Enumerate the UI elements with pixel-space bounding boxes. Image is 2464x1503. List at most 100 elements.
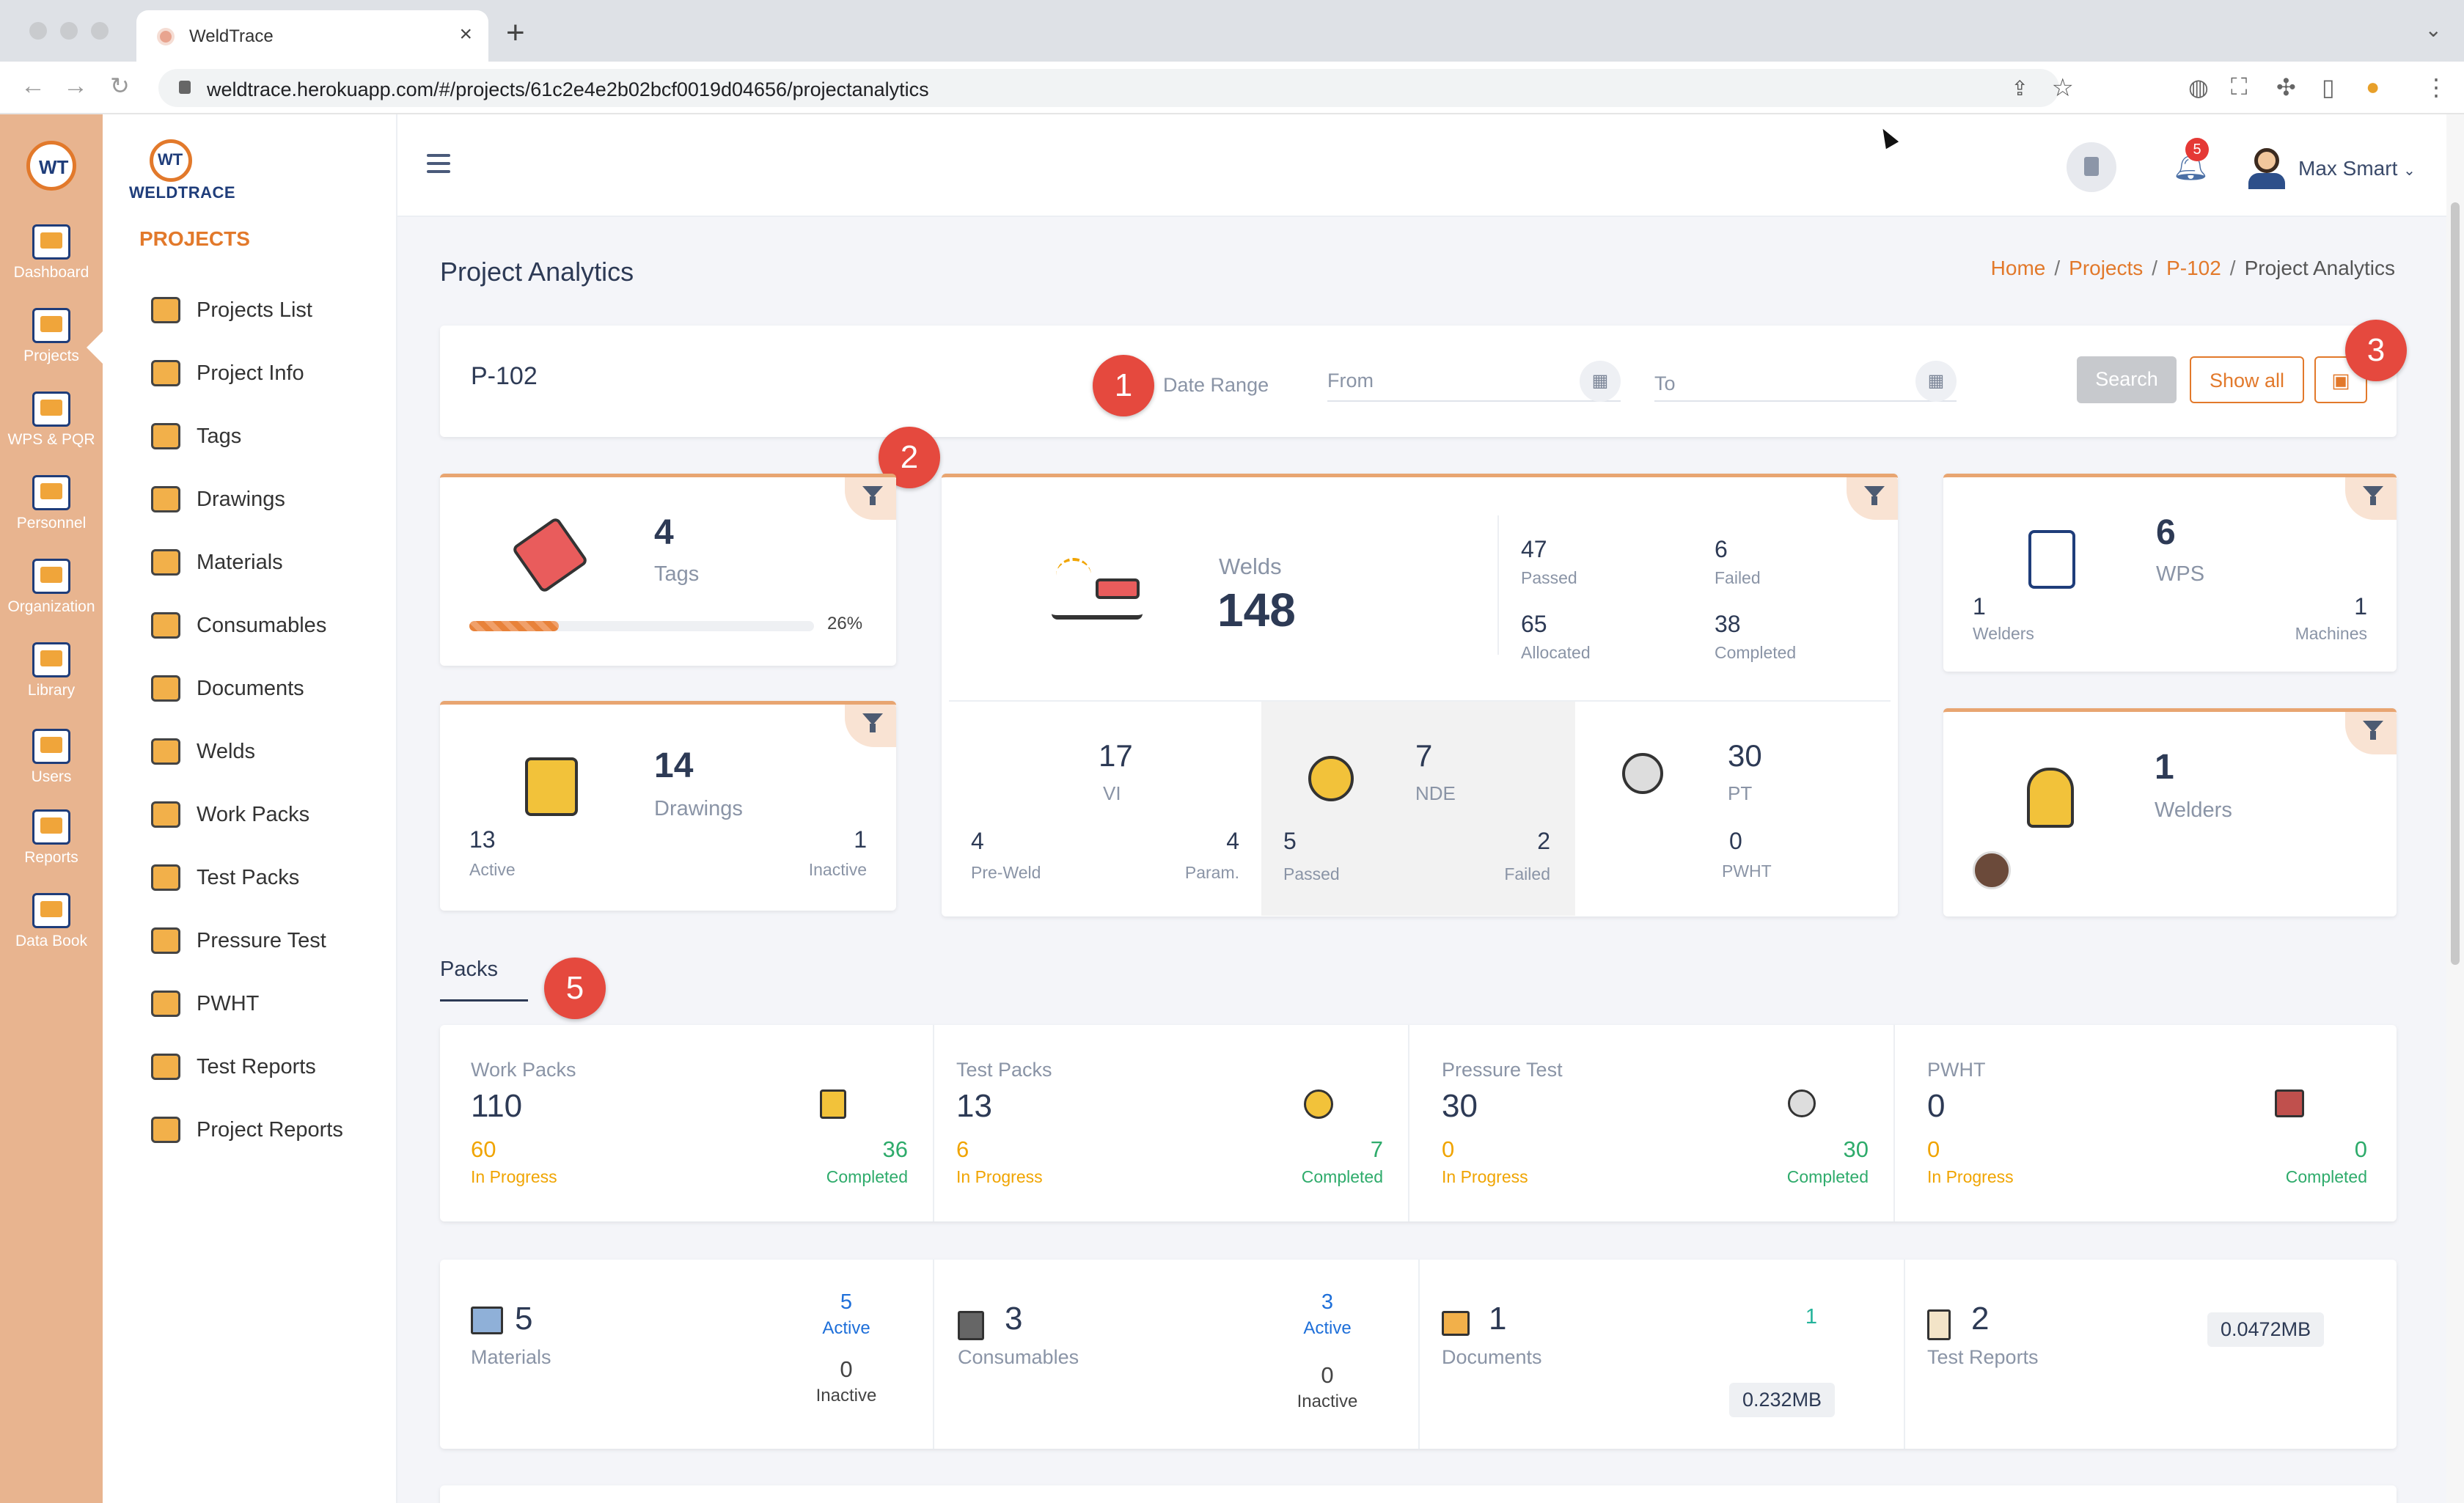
sidebar-item-work-packs[interactable]: Work Packs: [151, 796, 309, 833]
sidebar-item-pwht[interactable]: PWHT: [151, 985, 259, 1022]
vi-panel[interactable]: 17 VI 4 Pre-Weld 4 Param.: [942, 702, 1261, 916]
sidebar-item-test-reports[interactable]: Test Reports: [151, 1048, 316, 1085]
bookmark-star-icon[interactable]: ☆: [2052, 73, 2074, 103]
rail-item-organization[interactable]: Organization: [0, 559, 103, 616]
share-icon[interactable]: ⇪: [2012, 76, 2028, 100]
screenshot-icon[interactable]: ⛶: [2231, 73, 2247, 101]
gauge-icon: [1788, 1089, 1816, 1117]
to-date-input[interactable]: To ▦: [1654, 359, 1957, 402]
drawing-tools-icon: [525, 757, 578, 816]
brand-name: WELDTRACE: [129, 183, 236, 202]
drawings-label: Drawings: [654, 797, 743, 820]
rail-item-dashboard[interactable]: Dashboard: [0, 224, 103, 282]
breadcrumb-home[interactable]: Home: [1991, 257, 2046, 279]
wps-machines-count: 1: [2354, 593, 2367, 620]
filter-icon[interactable]: [2345, 477, 2397, 520]
chevron-down-icon: ⌄: [2403, 163, 2416, 179]
sidebar-item-project-info[interactable]: Project Info: [151, 355, 304, 392]
rail-item-wps-pqr[interactable]: WPS & PQR: [0, 392, 103, 449]
back-icon[interactable]: ←: [21, 72, 45, 100]
close-window-button[interactable]: [29, 22, 47, 40]
show-all-button[interactable]: Show all: [2190, 356, 2304, 403]
sidebar-item-tags[interactable]: Tags: [151, 418, 241, 455]
browser-menu-icon[interactable]: ⋮: [2424, 73, 2448, 101]
sidebar-logo[interactable]: WT WELDTRACE: [129, 139, 235, 202]
filter-icon[interactable]: [845, 477, 896, 520]
rail-item-personnel[interactable]: Personnel: [0, 475, 103, 532]
sidebar-heading: PROJECTS: [139, 227, 250, 250]
materials-stat[interactable]: 5 Materials 5 Active 0 Inactive: [440, 1260, 934, 1449]
sidebar-item-projects-list[interactable]: Projects List: [151, 292, 312, 328]
page-scrollbar[interactable]: [2446, 114, 2464, 1503]
sidebar-item-consumables[interactable]: Consumables: [151, 607, 326, 644]
from-date-input[interactable]: From ▦: [1327, 359, 1621, 402]
document-icon[interactable]: [2067, 142, 2116, 192]
close-tab-icon[interactable]: ×: [459, 22, 472, 47]
nde-panel[interactable]: 7 NDE 5 Passed 2 Failed: [1261, 702, 1575, 916]
rail-item-library[interactable]: Library: [0, 642, 103, 699]
sidepanel-icon[interactable]: ▯: [2322, 73, 2335, 101]
address-bar-row: ← → ↻ weldtrace.herokuapp.com/#/projects…: [0, 62, 2464, 114]
app-logo[interactable]: WT: [26, 141, 76, 191]
test-reports-stat[interactable]: 2 Test Reports 0.0472MB: [1905, 1260, 2397, 1449]
gears-icon: [151, 360, 180, 386]
menu-toggle-icon[interactable]: [427, 154, 450, 178]
work-packs-stat[interactable]: Work Packs 110 60 In Progress 36 Complet…: [440, 1025, 934, 1221]
minimize-window-button[interactable]: [60, 22, 78, 40]
consumables-stat[interactable]: 3 Consumables 3 Active 0 Inactive: [934, 1260, 1420, 1449]
sidebar-item-drawings[interactable]: Drawings: [151, 481, 285, 518]
sidebar-item-project-reports[interactable]: Project Reports: [151, 1111, 343, 1148]
tab-list-icon[interactable]: ⌄: [2425, 18, 2442, 42]
browser-tab[interactable]: WeldTrace ×: [136, 10, 488, 62]
welds-failed-count: 6: [1715, 536, 1728, 562]
rail-item-databook[interactable]: Data Book: [0, 893, 103, 950]
radiation-icon: [151, 864, 180, 891]
reload-icon[interactable]: ↻: [110, 72, 130, 100]
scrollbar-thumb[interactable]: [2451, 202, 2460, 965]
tags-progress-track: [469, 621, 814, 631]
search-button[interactable]: Search: [2077, 356, 2177, 403]
sidebar-item-test-packs[interactable]: Test Packs: [151, 859, 299, 896]
sidebar-item-materials[interactable]: Materials: [151, 544, 283, 581]
test-packs-stat[interactable]: Test Packs 13 6 In Progress 7 Completed: [924, 1025, 1409, 1221]
extension-icon[interactable]: ◍: [2188, 73, 2209, 101]
rail-item-reports[interactable]: Reports: [0, 809, 103, 867]
user-menu[interactable]: Max Smart ⌄: [2298, 157, 2416, 180]
documents-stat[interactable]: 1 Documents 1 0.232MB: [1420, 1260, 1905, 1449]
welds-card: Welds 148 47 Passed 6 Failed 65 Allocate…: [942, 474, 1898, 916]
test-reports-size-badge: 0.0472MB: [2207, 1312, 2325, 1347]
sidebar-item-documents[interactable]: Documents: [151, 670, 304, 707]
welder-avatar[interactable]: [1973, 851, 2011, 889]
forward-icon[interactable]: →: [63, 72, 88, 100]
heater-icon: [2275, 1089, 2304, 1117]
welds-count: 148: [1217, 584, 1296, 636]
new-tab-button[interactable]: +: [506, 15, 525, 51]
maximize-window-button[interactable]: [91, 22, 109, 40]
profile-icon[interactable]: ●: [2366, 73, 2380, 100]
user-avatar[interactable]: [2248, 148, 2285, 189]
filter-icon[interactable]: [845, 705, 896, 747]
next-card: [440, 1485, 2397, 1503]
filter-icon[interactable]: [1847, 477, 1898, 520]
page-title: Project Analytics: [440, 257, 634, 287]
pt-panel[interactable]: 30 PT 0 PWHT: [1575, 702, 1898, 916]
wps-icon: [32, 392, 70, 427]
nde-label: NDE: [1415, 782, 1456, 804]
calendar-icon[interactable]: ▦: [1580, 361, 1621, 402]
pwht-stat[interactable]: PWHT 0 0 In Progress 0 Completed: [1895, 1025, 2397, 1221]
materials-icon: [471, 1307, 503, 1334]
breadcrumb-project[interactable]: P-102: [2166, 257, 2221, 279]
pressure-test-stat[interactable]: Pressure Test 30 0 In Progress 30 Comple…: [1409, 1025, 1895, 1221]
puzzle-icon[interactable]: ✣: [2276, 73, 2296, 101]
rail-item-users[interactable]: Users: [0, 729, 103, 786]
tab-packs[interactable]: Packs: [440, 958, 528, 1002]
url-field[interactable]: weldtrace.herokuapp.com/#/projects/61c2e…: [158, 69, 2074, 107]
sidebar-item-pressure-test[interactable]: Pressure Test: [151, 922, 326, 959]
dashboard-icon: [32, 224, 70, 260]
breadcrumb-projects[interactable]: Projects: [2069, 257, 2143, 279]
calendar-icon[interactable]: ▦: [1915, 361, 1957, 402]
radiation-icon: [1304, 1089, 1333, 1119]
filter-icon[interactable]: [2345, 712, 2397, 754]
sidebar-item-welds[interactable]: Welds: [151, 733, 255, 770]
breadcrumb-current: Project Analytics: [2244, 257, 2395, 279]
